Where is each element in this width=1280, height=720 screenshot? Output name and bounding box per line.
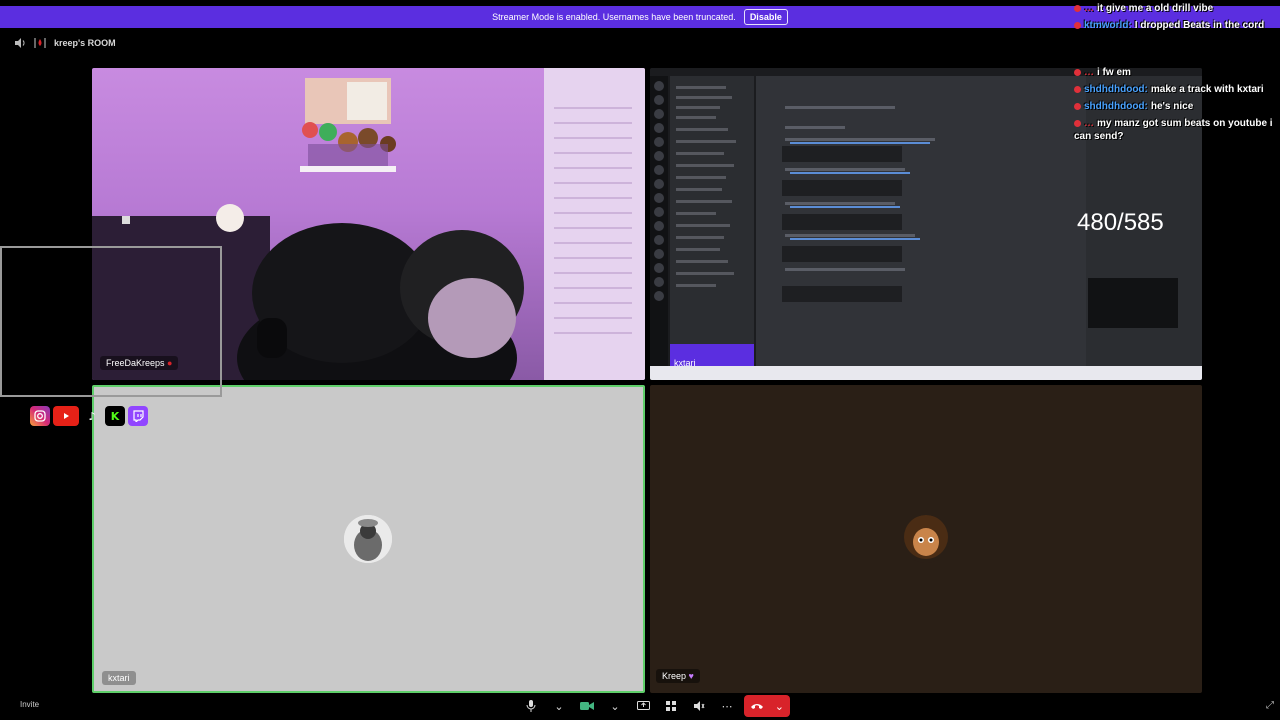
chevron-down-icon[interactable]: ⌄	[604, 695, 626, 717]
chat-message: … i fw em	[1074, 66, 1280, 79]
stream-overlay-frame	[0, 246, 222, 397]
invite-button[interactable]: Invite	[20, 700, 39, 709]
instagram-icon	[30, 406, 50, 426]
room-emoji-icon	[33, 37, 47, 49]
more-options-icon[interactable]: ⋯	[716, 695, 738, 717]
kreep-avatar	[902, 515, 950, 563]
chat-badge-icon	[1074, 4, 1081, 12]
social-icons: ♪ K	[30, 406, 148, 426]
room-header: kreep's ROOM	[14, 37, 116, 49]
chat-overlay: … it give me a old drill vibe ktmworld: I …	[1074, 2, 1280, 147]
speaker-icon[interactable]	[14, 37, 26, 49]
chat-message: shdhdhdood: make a track with kxtari	[1074, 83, 1280, 96]
activities-icon[interactable]	[660, 695, 682, 717]
disable-streamer-mode-button[interactable]: Disable	[743, 9, 788, 25]
chevron-down-icon[interactable]: ⌄	[548, 695, 570, 717]
kick-icon: K	[105, 406, 125, 426]
screenshare-sidebar-user: kxtari	[674, 358, 696, 368]
screen-share-icon[interactable]	[632, 695, 654, 717]
streamer-mode-message: Streamer Mode is enabled. Usernames have…	[492, 12, 736, 22]
video-tile-kxtari[interactable]: kxtari	[92, 385, 645, 693]
chat-counter: 480/585	[1077, 209, 1164, 236]
youtube-icon	[53, 406, 79, 426]
tiktok-icon: ♪	[88, 409, 96, 423]
camera-icon[interactable]	[576, 695, 598, 717]
chat-message: ktmworld: I dropped Beats in the cord	[1074, 19, 1280, 32]
end-call-button[interactable]: ⌄	[744, 695, 790, 717]
chat-badge-icon	[1074, 85, 1081, 93]
chat-badge-icon	[1074, 68, 1081, 76]
chat-badge-icon	[1074, 119, 1081, 127]
fullscreen-icon[interactable]: ⤢	[1266, 700, 1274, 711]
video-tile-kreep[interactable]: Kreep ♥	[650, 385, 1202, 693]
chat-badge-icon	[1074, 21, 1081, 29]
chat-message: shdhdhdood: he's nice	[1074, 100, 1280, 113]
chat-spacer	[1074, 36, 1280, 66]
chat-message: … it give me a old drill vibe	[1074, 2, 1280, 15]
chat-badge-icon	[1074, 102, 1081, 110]
participant-name-tag: Kreep ♥	[656, 669, 700, 683]
twitch-icon	[128, 406, 148, 426]
chevron-down-icon[interactable]: ⌄	[775, 700, 784, 713]
chat-message: … my manz got sum beats on youtube i can …	[1074, 118, 1273, 142]
soundboard-icon[interactable]	[688, 695, 710, 717]
kxtari-avatar	[344, 515, 392, 563]
call-controls: ⌄ ⌄ ⋯ ⌄	[520, 694, 790, 718]
room-title: kreep's ROOM	[54, 38, 116, 48]
participant-name-tag: kxtari	[102, 671, 136, 685]
microphone-icon[interactable]	[520, 695, 542, 717]
heart-icon: ♥	[688, 671, 694, 681]
hang-up-icon	[751, 704, 763, 709]
